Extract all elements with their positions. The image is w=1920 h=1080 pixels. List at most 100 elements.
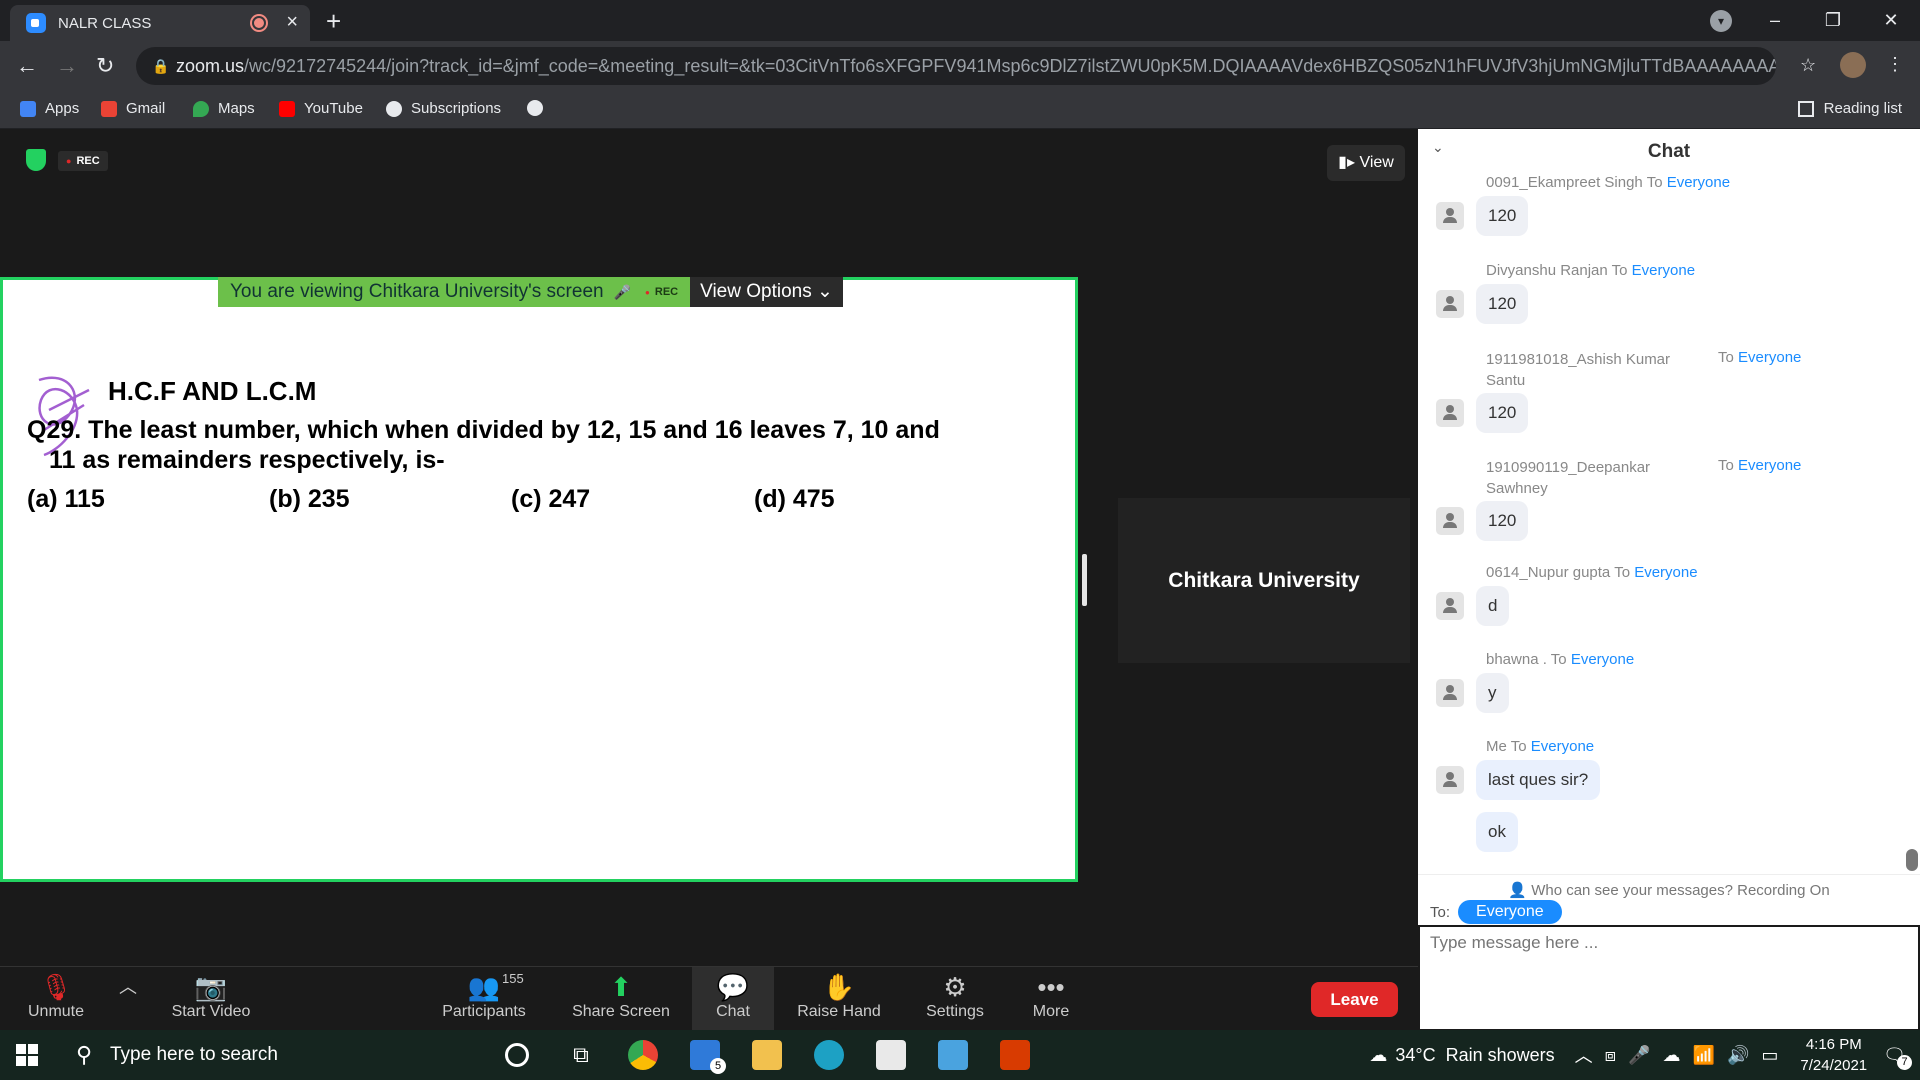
bookmark-youtube[interactable]: YouTube (279, 100, 363, 117)
recipient: Everyone (1570, 651, 1635, 668)
message-recipient: To Everyone (1718, 349, 1801, 366)
back-icon[interactable]: ← (16, 53, 38, 79)
reading-list-label: Reading list (1823, 100, 1902, 117)
share-screen-icon: ⬆ (610, 972, 632, 1002)
reading-list-button[interactable]: Reading list (1797, 100, 1902, 117)
reading-list-icon (1797, 100, 1814, 117)
microphone-icon[interactable]: 🎤 (1628, 1045, 1650, 1066)
cortana-icon[interactable] (505, 1043, 529, 1067)
bookmark-label: Subscriptions (411, 100, 502, 117)
browser-nav-bar: ← → ↻ 🔒 zoom.us/wc/92172745244/join?trac… (0, 41, 1920, 91)
visibility-text: Who can see your messages? Recording On (1531, 882, 1830, 899)
notification-count: 7 (1897, 1054, 1912, 1070)
bookmark-globe[interactable] (527, 100, 552, 116)
cloud-icon[interactable]: ☁ (1663, 1045, 1681, 1066)
chat-scrollbar[interactable] (1906, 849, 1918, 871)
edge-icon[interactable] (814, 1040, 844, 1070)
raise-hand-button[interactable]: ✋ Raise Hand (794, 967, 884, 1031)
more-dots-icon: ••• (1037, 972, 1065, 1002)
bookmark-subscriptions[interactable]: Subscriptions (386, 100, 501, 117)
restore-icon[interactable]: ❐ (1804, 10, 1862, 31)
recipient: Everyone (1738, 457, 1802, 474)
panel-resize-handle[interactable] (1082, 554, 1087, 606)
office-icon[interactable] (1000, 1040, 1030, 1070)
bookmark-maps[interactable]: Maps (193, 100, 255, 117)
browser-tab[interactable]: NALR CLASS × (10, 5, 310, 41)
sender-name: 1911981018_Ashish Kumar Santu (1486, 351, 1671, 389)
message-bubble: 120 (1476, 501, 1529, 541)
new-tab-button[interactable]: + (326, 6, 341, 37)
chrome-icon[interactable] (628, 1040, 658, 1070)
share-screen-button[interactable]: ⬆ Share Screen (570, 967, 672, 1031)
sender-name: 0091_Ekampreet Singh (1486, 174, 1643, 191)
avatar[interactable] (1840, 52, 1866, 78)
message-recipient: To Everyone (1718, 457, 1801, 474)
unmute-button[interactable]: 🎙 Unmute (20, 967, 92, 1031)
sender-name: Divyanshu Ranjan (1486, 262, 1608, 279)
more-button[interactable]: ••• More (1020, 967, 1082, 1031)
bookmark-label: Apps (45, 100, 80, 117)
message-bubble: last ques sir? (1476, 760, 1601, 800)
browser-tab-bar: NALR CLASS × + ▾ – ❐ ✕ (0, 0, 1920, 41)
view-label: View (1359, 154, 1394, 171)
tab-title: NALR CLASS (58, 14, 152, 32)
wifi-icon[interactable]: 📶 (1693, 1045, 1715, 1066)
remote-desktop-icon[interactable] (938, 1040, 968, 1070)
audio-options-button[interactable]: ︿ (116, 967, 140, 1031)
bookmark-label: YouTube (304, 100, 363, 117)
sender-name: 0614_Nupur gupta (1486, 564, 1611, 581)
weather-text[interactable]: 34°C Rain showers (1395, 1045, 1554, 1066)
message-header: bhawna . To Everyone (1486, 651, 1634, 668)
task-view-icon[interactable]: ⧉ (566, 1040, 596, 1070)
notifications-icon[interactable]: 🗨 7 (1883, 1045, 1912, 1070)
view-options-dropdown[interactable]: View Options ⌄ (690, 277, 843, 307)
battery-icon[interactable]: ▭ (1761, 1045, 1778, 1066)
question-line-2: 11 as remainders respectively, is- (49, 446, 445, 474)
chat-label: Chat (716, 1003, 750, 1020)
viewing-banner: You are viewing Chitkara University's sc… (218, 277, 843, 307)
recording-badge: REC (58, 151, 108, 171)
chat-message-input[interactable] (1418, 925, 1920, 1031)
clock[interactable]: 4:16 PM 7/24/2021 (1800, 1034, 1867, 1076)
message-bubble: 120 (1476, 284, 1529, 324)
chevron-up-icon[interactable]: ︿ (1575, 1042, 1593, 1068)
window-controls: – ❐ ✕ (1746, 0, 1920, 41)
mail-icon[interactable]: 5 (690, 1040, 726, 1074)
forward-icon[interactable]: → (56, 53, 78, 79)
message-bubble: 120 (1476, 196, 1529, 236)
bookmark-apps[interactable]: Apps (20, 100, 79, 117)
store-icon[interactable] (876, 1040, 906, 1070)
recipient-selector[interactable]: Everyone (1458, 900, 1562, 924)
close-tab-icon[interactable]: × (286, 11, 298, 34)
leave-button[interactable]: Leave (1311, 982, 1398, 1017)
globe-icon (527, 100, 543, 116)
speaker-tile[interactable]: Chitkara University (1118, 498, 1410, 663)
message-visibility-info[interactable]: 👤 Who can see your messages? Recording O… (1418, 874, 1920, 899)
zoom-icon (26, 13, 46, 33)
bookmark-gmail[interactable]: Gmail (101, 100, 165, 117)
address-bar[interactable]: 🔒 zoom.us/wc/92172745244/join?track_id=&… (136, 47, 1776, 85)
recording-indicator-icon (252, 16, 266, 30)
camera-icon[interactable]: ⧈ (1605, 1045, 1616, 1066)
encryption-shield-icon[interactable] (26, 149, 46, 171)
view-button[interactable]: ▮▸ View (1327, 145, 1405, 181)
chat-button[interactable]: 💬 Chat (692, 967, 774, 1031)
file-explorer-icon[interactable] (752, 1040, 782, 1070)
windows-start-icon[interactable] (16, 1044, 38, 1066)
star-icon[interactable]: ☆ (1800, 55, 1816, 76)
volume-icon[interactable]: 🔊 (1727, 1045, 1749, 1066)
reload-icon[interactable]: ↻ (96, 53, 114, 79)
minimize-icon[interactable]: – (1746, 10, 1804, 31)
menu-icon[interactable]: ⋮ (1886, 54, 1904, 75)
settings-button[interactable]: ⚙ Settings (920, 967, 990, 1031)
hand-icon: ✋ (822, 972, 856, 1002)
tab-search-icon[interactable]: ▾ (1710, 10, 1732, 32)
clock-date: 7/24/2021 (1800, 1057, 1868, 1074)
taskbar-search[interactable]: ⚲ Type here to search (62, 1030, 482, 1080)
globe-icon (386, 100, 402, 117)
to-word: To (1510, 738, 1527, 755)
start-video-button[interactable]: 📷 Start Video (156, 967, 266, 1031)
to-word: To (1611, 262, 1628, 279)
close-window-icon[interactable]: ✕ (1862, 10, 1920, 31)
option-d: (d) 475 (754, 485, 835, 513)
